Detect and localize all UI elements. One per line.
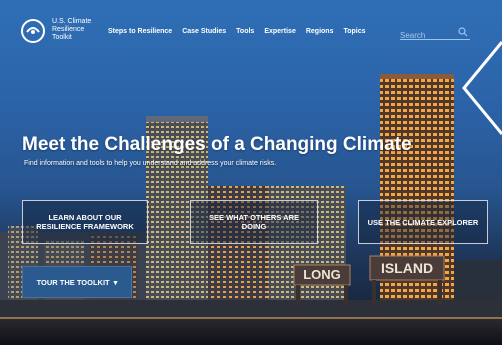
- learn-framework-button[interactable]: LEARN ABOUT OUR RESILIENCE FRAMEWORK: [22, 200, 148, 244]
- logo-line-1: U.S. Climate: [52, 18, 92, 25]
- hero-subhead: Find information and tools to help you u…: [24, 160, 277, 167]
- nav-steps-to-resilience[interactable]: Steps to Resilience: [108, 28, 172, 35]
- see-others-button[interactable]: SEE WHAT OTHERS ARE DOING: [190, 200, 318, 244]
- nav-tools[interactable]: Tools: [236, 28, 254, 35]
- chevron-down-icon: ▾: [113, 277, 118, 287]
- tour-toolkit-button[interactable]: TOUR THE TOOLKIT ▾: [22, 266, 132, 298]
- top-navigation: U.S. Climate Resilience Toolkit Steps to…: [0, 0, 502, 56]
- search-input[interactable]: [400, 31, 454, 40]
- tour-label: TOUR THE TOOLKIT: [36, 277, 110, 287]
- toolkit-logo-icon[interactable]: [20, 18, 46, 44]
- climate-explorer-button[interactable]: USE THE CLIMATE EXPLORER: [358, 200, 488, 244]
- nav-case-studies[interactable]: Case Studies: [182, 28, 226, 35]
- main-nav-links: Steps to Resilience Case Studies Tools E…: [108, 28, 376, 35]
- long-sign: LONG: [303, 267, 341, 282]
- home-page: LONG ISLAND U.S. Climate Resilience Tool…: [0, 0, 502, 345]
- logo-line-2: Resilience: [52, 26, 85, 33]
- island-sign: ISLAND: [381, 260, 433, 276]
- logo-line-3: Toolkit: [52, 34, 72, 41]
- logo-text[interactable]: U.S. Climate Resilience Toolkit: [52, 18, 112, 42]
- carousel-next-icon[interactable]: [460, 0, 502, 150]
- nav-topics[interactable]: Topics: [343, 28, 365, 35]
- nav-regions[interactable]: Regions: [306, 28, 334, 35]
- hero-headline: Meet the Challenges of a Changing Climat…: [22, 134, 412, 155]
- nav-expertise[interactable]: Expertise: [264, 28, 296, 35]
